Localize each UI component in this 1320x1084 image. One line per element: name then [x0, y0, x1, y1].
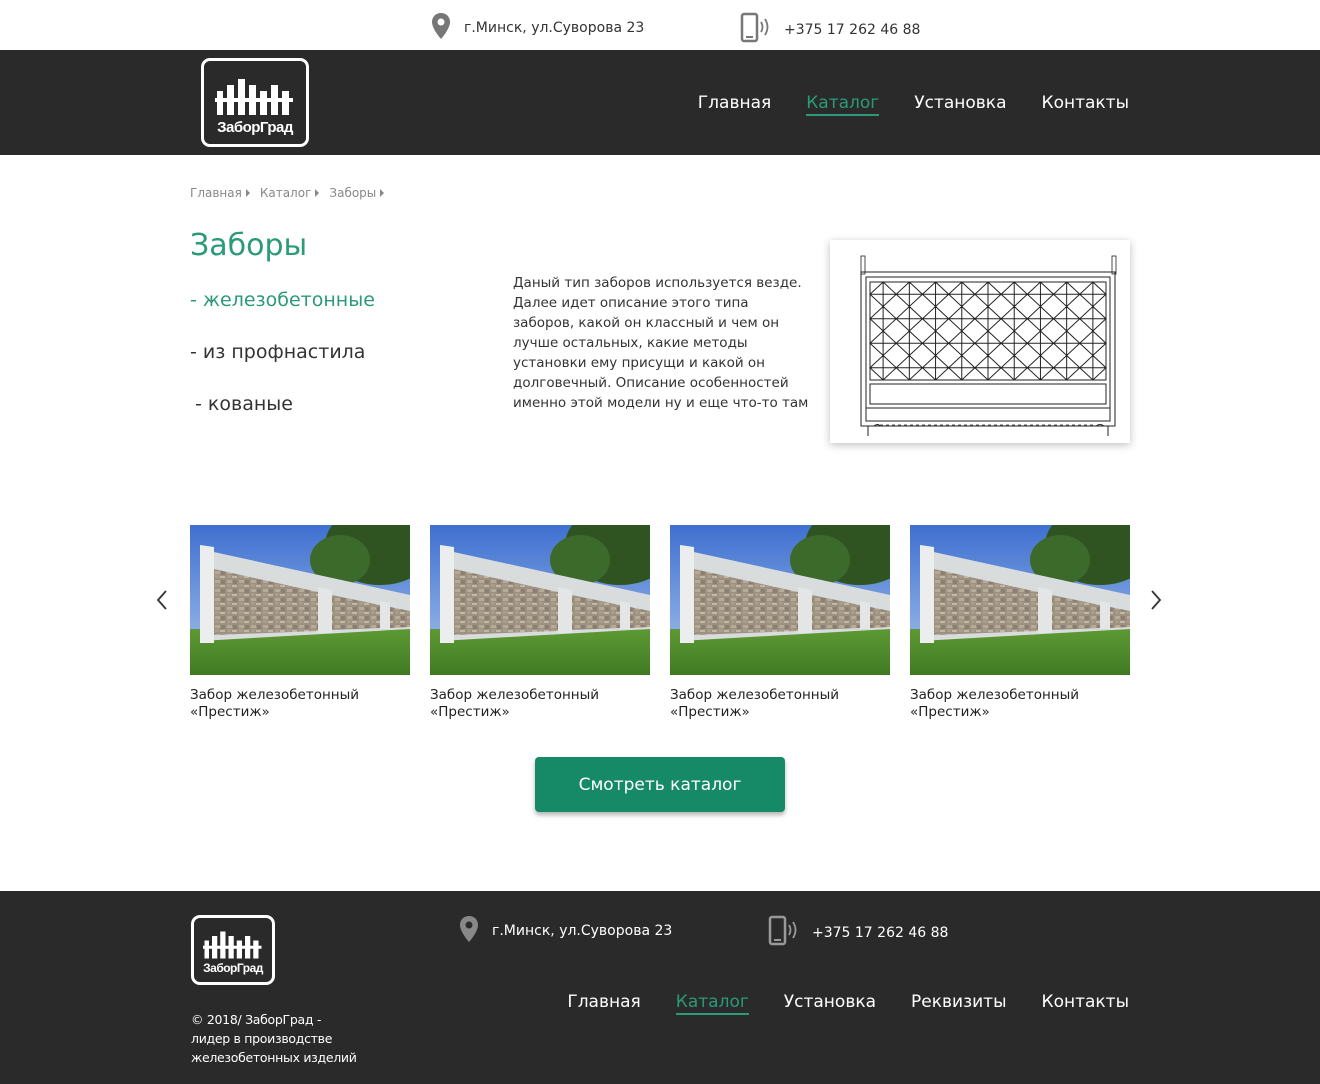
header-address: г.Минск, ул.Суворова 23	[430, 12, 644, 44]
breadcrumb-label[interactable]: Главная	[190, 186, 242, 200]
product-model[interactable]: «Престиж»	[190, 704, 410, 721]
breadcrumb: Главная Каталог Заборы	[190, 186, 394, 200]
slider-next-button[interactable]	[1148, 588, 1164, 612]
breadcrumb-arrow-icon	[380, 189, 385, 197]
footer-phone[interactable]: +375 17 262 46 88	[768, 915, 948, 951]
breadcrumb-arrow-icon	[315, 189, 320, 197]
product-name[interactable]: Забор железобетонный	[670, 687, 890, 704]
breadcrumb-arrow-icon	[245, 189, 250, 197]
breadcrumb-item-fences[interactable]: Заборы	[329, 186, 385, 200]
top-contact-bar: г.Минск, ул.Суворова 23 +375 17 262 46 8…	[0, 0, 1320, 50]
footer-copyright: © 2018/ ЗаборГрад - лидер в производстве…	[191, 1012, 357, 1065]
product-caption[interactable]: Забор железобетонный «Престиж»	[190, 687, 410, 721]
footer-logo[interactable]: ЗаборГрад	[191, 915, 275, 985]
footer-phone-text[interactable]: +375 17 262 46 88	[812, 925, 948, 941]
header-phone-text[interactable]: +375 17 262 46 88	[784, 22, 920, 38]
site-header: ЗаборГрад Главная Каталог Установка Конт…	[0, 50, 1320, 155]
product-caption[interactable]: Забор железобетонный «Престиж»	[910, 687, 1130, 721]
header-phone[interactable]: +375 17 262 46 88	[740, 12, 920, 48]
footer-nav-item-requisites[interactable]: Реквизиты	[911, 991, 1006, 1015]
product-model[interactable]: «Престиж»	[430, 704, 650, 721]
phone-icon	[768, 915, 800, 951]
product-card[interactable]: Забор железобетонный «Престиж»	[190, 525, 410, 721]
product-name[interactable]: Забор железобетонный	[910, 687, 1130, 704]
nav-item-catalog[interactable]: Каталог	[806, 92, 880, 116]
product-caption[interactable]: Забор железобетонный «Престиж»	[670, 687, 890, 721]
product-name[interactable]: Забор железобетонный	[430, 687, 650, 704]
subcategory-reinforced-concrete[interactable]: - железобетонные	[190, 289, 375, 311]
product-card[interactable]: Забор железобетонный «Престиж»	[910, 525, 1130, 721]
phone-icon	[740, 12, 772, 48]
subcategory-profiled-sheet[interactable]: - из профнастила	[190, 341, 365, 363]
product-photo[interactable]	[910, 525, 1130, 675]
category-description: Даный тип заборов используется везде. Да…	[513, 275, 809, 411]
product-model[interactable]: «Престиж»	[670, 704, 890, 721]
footer-nav-item-catalog[interactable]: Каталог	[675, 991, 749, 1015]
site-footer: ЗаборГрад © 2018/ ЗаборГрад - лидер в пр…	[0, 891, 1320, 1084]
nav-item-installation[interactable]: Установка	[914, 92, 1006, 116]
product-model[interactable]: «Престиж»	[910, 704, 1130, 721]
breadcrumb-item-home[interactable]: Главная	[190, 186, 250, 200]
slider-prev-button[interactable]	[154, 588, 170, 612]
nav-item-contacts[interactable]: Контакты	[1042, 92, 1130, 116]
product-name[interactable]: Забор железобетонный	[190, 687, 410, 704]
chevron-left-icon	[156, 590, 167, 610]
product-photo[interactable]	[670, 525, 890, 675]
product-caption[interactable]: Забор железобетонный «Престиж»	[430, 687, 650, 721]
footer-nav-item-home[interactable]: Главная	[567, 991, 640, 1015]
breadcrumb-label[interactable]: Каталог	[260, 186, 312, 200]
view-catalog-button[interactable]: Смотреть каталог	[535, 757, 785, 812]
logo-text: ЗаборГрад	[203, 961, 263, 975]
product-card[interactable]: Забор железобетонный «Престиж»	[670, 525, 890, 721]
fence-drawing-image	[830, 240, 1130, 443]
header-address-text: г.Минск, ул.Суворова 23	[464, 20, 645, 36]
nav-item-home[interactable]: Главная	[698, 92, 771, 116]
fence-lattice	[869, 281, 1107, 381]
breadcrumb-label[interactable]: Заборы	[329, 186, 376, 200]
page-title: Заборы	[190, 228, 308, 263]
footer-address-text: г.Минск, ул.Суворова 23	[492, 923, 673, 939]
main-nav: Главная Каталог Установка Контакты	[663, 92, 1129, 116]
fence-logo-icon	[203, 931, 262, 959]
footer-nav-item-contacts[interactable]: Контакты	[1042, 991, 1130, 1015]
footer-address: г.Минск, ул.Суворова 23	[458, 915, 672, 947]
footer-nav: Главная Каталог Установка Реквизиты Конт…	[532, 991, 1129, 1015]
subcategory-forged[interactable]: - кованые	[195, 393, 293, 415]
chevron-right-icon	[1151, 590, 1162, 610]
logo-text: ЗаборГрад	[217, 119, 293, 136]
product-photo[interactable]	[430, 525, 650, 675]
site-logo[interactable]: ЗаборГрад	[201, 58, 309, 147]
footer-nav-item-installation[interactable]: Установка	[784, 991, 876, 1015]
fence-logo-icon	[215, 79, 293, 115]
map-pin-icon	[458, 915, 480, 947]
product-photo[interactable]	[190, 525, 410, 675]
map-pin-icon	[430, 12, 452, 44]
breadcrumb-item-catalog[interactable]: Каталог	[260, 186, 320, 200]
product-card[interactable]: Забор железобетонный «Престиж»	[430, 525, 650, 721]
